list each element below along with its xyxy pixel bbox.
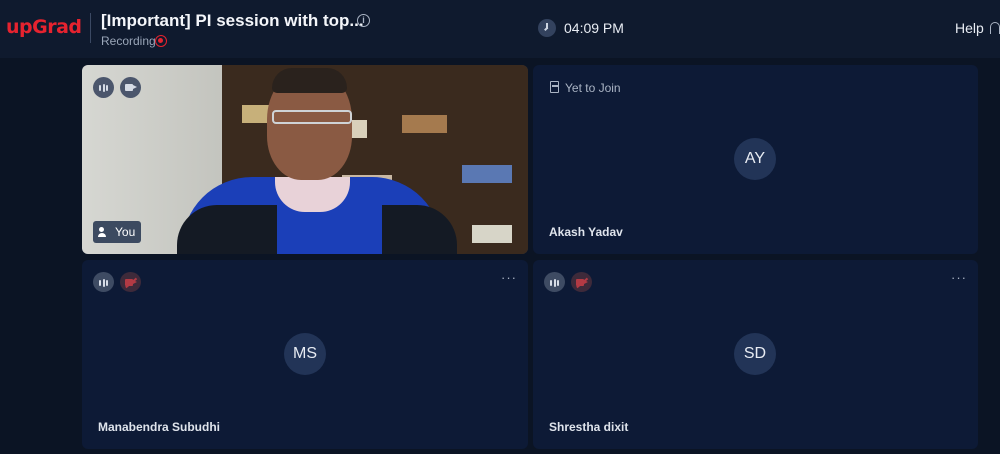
session-title: [Important] PI session with top... — [101, 11, 364, 30]
participant-name: Shrestha dixit — [549, 420, 629, 434]
participant-tile[interactable]: ··· SD Shrestha dixit — [533, 260, 978, 449]
avatar: AY — [734, 138, 776, 180]
avatar: SD — [734, 333, 776, 375]
top-bar: upGrad [Important] PI session with top..… — [0, 0, 1000, 58]
help-button[interactable]: Help — [955, 20, 984, 36]
participant-name: Akash Yadav — [549, 225, 623, 239]
camera-off-icon[interactable] — [120, 272, 141, 292]
participant-tile[interactable]: Yet to Join AY Akash Yadav — [533, 65, 978, 254]
mic-icon[interactable] — [93, 272, 114, 292]
exit-door-icon — [550, 81, 559, 93]
clock-icon — [538, 19, 556, 37]
mic-icon[interactable] — [544, 272, 565, 292]
more-options-icon[interactable]: ··· — [501, 270, 517, 285]
info-icon[interactable]: i — [357, 14, 370, 27]
upgrad-logo[interactable]: upGrad — [6, 16, 82, 38]
mic-icon[interactable] — [93, 77, 114, 98]
recording-icon — [155, 35, 167, 47]
recording-label: Recording — [101, 34, 156, 48]
participant-tile[interactable]: ··· MS Manabendra Subudhi — [82, 260, 528, 449]
more-options-icon[interactable]: ··· — [951, 270, 967, 285]
current-time: 04:09 PM — [564, 20, 624, 36]
avatar: MS — [284, 333, 326, 375]
speaking-person-icon — [98, 227, 110, 237]
headset-icon[interactable] — [990, 22, 1000, 34]
camera-icon[interactable] — [120, 77, 141, 98]
you-label: You — [93, 221, 142, 243]
join-status: Yet to Join — [565, 81, 621, 95]
camera-off-icon[interactable] — [571, 272, 592, 292]
self-video-tile[interactable]: You — [82, 65, 528, 254]
participant-name: Manabendra Subudhi — [98, 420, 221, 434]
divider — [90, 13, 91, 43]
